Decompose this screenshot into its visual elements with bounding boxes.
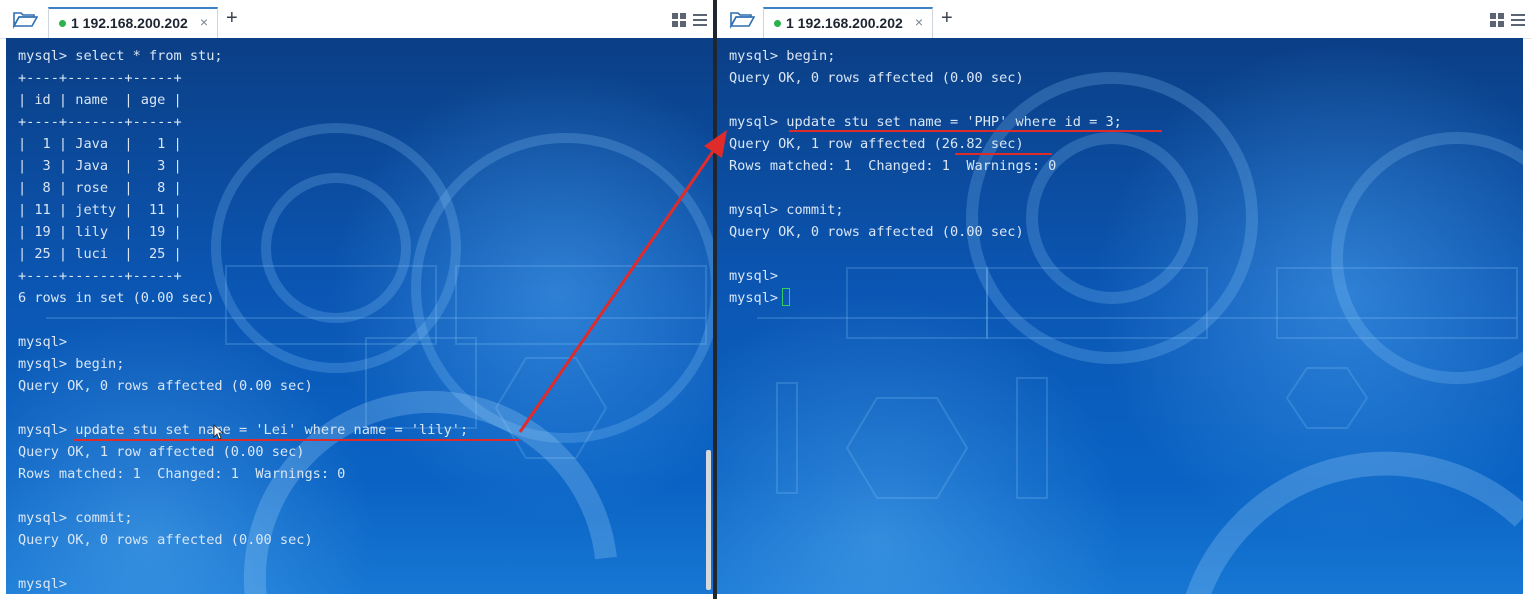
terminal-line: mysql> begin;	[18, 356, 125, 372]
terminal-output[interactable]: mysql> begin; Query OK, 0 rows affected (…	[717, 38, 1523, 594]
terminal-line: | id | name | age |	[18, 92, 182, 108]
terminal-line: | 1 | Java | 1 |	[18, 136, 182, 152]
terminal-output[interactable]: mysql> select * from stu; +----+-------+-…	[6, 38, 713, 594]
mouse-cursor-icon	[213, 424, 223, 440]
terminal-line: | 8 | rose | 8 |	[18, 180, 182, 196]
connected-status-icon	[774, 20, 781, 27]
menu-icon	[693, 14, 707, 26]
terminal-line: Query OK, 0 rows affected (0.00 sec)	[729, 224, 1024, 240]
terminal-line: mysql> commit;	[729, 202, 844, 218]
terminal-line: 6 rows in set (0.00 sec)	[18, 290, 215, 306]
connected-status-icon	[59, 20, 66, 27]
terminal-line: mysql> commit;	[18, 510, 133, 526]
terminal-cursor	[782, 288, 791, 306]
folder-icon[interactable]	[12, 9, 38, 29]
terminal-line: +----+-------+-----+	[18, 268, 182, 284]
terminal-line: Query OK, 0 rows affected (0.00 sec)	[18, 378, 313, 394]
terminal-line: Rows matched: 1 Changed: 1 Warnings: 0	[18, 466, 346, 482]
terminal-line: Query OK, 0 rows affected (0.00 sec)	[729, 70, 1024, 86]
terminal-line: Query OK, 1 row affected (0.00 sec)	[18, 444, 305, 460]
annotation-underline	[73, 439, 520, 441]
terminal-line: mysql>	[18, 334, 68, 350]
layout-grid-icon[interactable]	[671, 12, 709, 28]
terminal-line: mysql> select * from stu;	[18, 48, 223, 64]
folder-icon[interactable]	[729, 9, 755, 29]
layout-grid-icon[interactable]	[1489, 12, 1527, 28]
scrollbar[interactable]	[706, 450, 711, 590]
terminal-line: +----+-------+-----+	[18, 114, 182, 130]
plus-icon[interactable]: +	[226, 8, 238, 28]
terminal-line: mysql>	[729, 268, 779, 284]
close-icon[interactable]: ×	[915, 14, 923, 30]
terminal-lines: mysql> select * from stu; +----+-------+-…	[18, 45, 468, 594]
tab-bar: 1 192.168.200.202 × +	[0, 0, 713, 39]
terminal-line: Rows matched: 1 Changed: 1 Warnings: 0	[729, 158, 1057, 174]
tab-title: 1 192.168.200.202	[71, 15, 188, 31]
right-terminal-pane: 1 192.168.200.202 × + mysql> begin; Quer…	[717, 0, 1531, 599]
terminal-lines: mysql> begin; Query OK, 0 rows affected (…	[729, 45, 1122, 309]
plus-icon[interactable]: +	[941, 8, 953, 28]
terminal-line: | 19 | lily | 19 |	[18, 224, 182, 240]
terminal-line: mysql>	[18, 576, 68, 592]
terminal-line: | 25 | luci | 25 |	[18, 246, 182, 262]
terminal-line: mysql> begin;	[729, 48, 836, 64]
terminal-line: | 3 | Java | 3 |	[18, 158, 182, 174]
terminal-line: Query OK, 0 rows affected (0.00 sec)	[18, 532, 313, 548]
terminal-line: mysql> update stu set name = 'Lei' where…	[18, 422, 469, 438]
terminal-line: Query OK, 1 row affected (26.82 sec)	[729, 136, 1024, 152]
terminal-line: | 11 | jetty | 11 |	[18, 202, 182, 218]
terminal-line: +----+-------+-----+	[18, 70, 182, 86]
session-tab[interactable]: 1 192.168.200.202 ×	[48, 7, 218, 38]
close-icon[interactable]: ×	[200, 14, 208, 30]
tab-title: 1 192.168.200.202	[786, 15, 903, 31]
menu-icon	[1511, 14, 1525, 26]
session-tab[interactable]: 1 192.168.200.202 ×	[763, 7, 933, 38]
terminal-line: mysql>	[729, 287, 1122, 309]
tab-bar: 1 192.168.200.202 × +	[717, 0, 1531, 39]
annotation-underline	[789, 130, 1162, 132]
left-terminal-pane: 1 192.168.200.202 × + mysql> select * fr…	[0, 0, 713, 599]
annotation-underline	[955, 153, 1052, 155]
